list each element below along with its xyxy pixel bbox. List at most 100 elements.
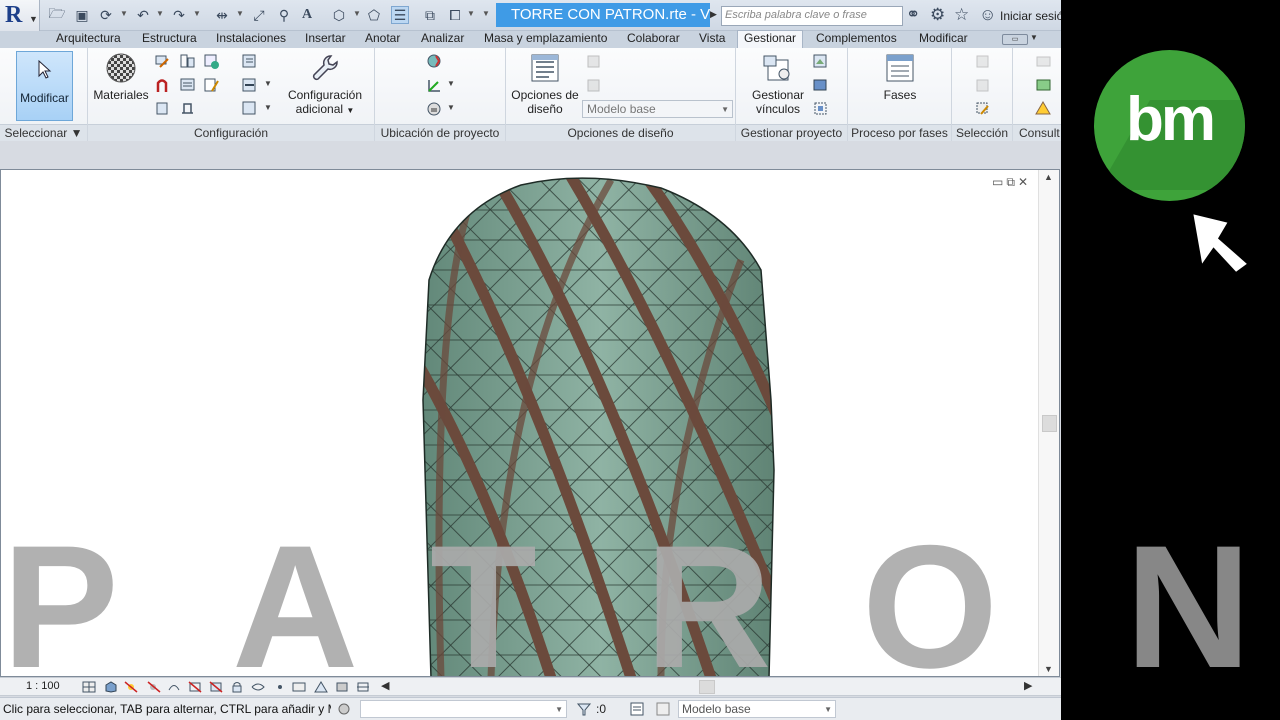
temporary-hide-icon[interactable] — [251, 681, 265, 693]
phases-button[interactable]: Fases — [868, 52, 932, 102]
design-option-status-select[interactable]: Modelo base ▼ — [678, 700, 836, 718]
panel-schedules-icon[interactable] — [241, 100, 258, 117]
title-expand-icon[interactable]: ▶ — [710, 9, 717, 20]
starting-view-icon[interactable] — [812, 100, 829, 117]
switch-dropdown-icon[interactable]: ▼ — [467, 9, 475, 18]
vertical-scrollbar[interactable]: ▲ ▼ — [1038, 170, 1059, 676]
panel-label-select[interactable]: Seleccionar ▼ — [0, 124, 87, 141]
reveal-hidden-icon[interactable] — [273, 681, 287, 693]
purge-icon[interactable] — [154, 100, 171, 117]
manage-links-button[interactable]: Gestionar vínculos — [748, 52, 808, 116]
warnings-icon[interactable] — [1035, 100, 1052, 117]
reveal-constraints-icon[interactable] — [356, 681, 370, 693]
scroll-right-icon[interactable]: ▶ — [1024, 679, 1032, 692]
sync-dropdown-icon[interactable]: ▼ — [120, 9, 128, 18]
design-options-status-icon[interactable] — [629, 701, 645, 717]
coordinates-icon[interactable] — [426, 77, 443, 94]
close-icon[interactable]: ✕ — [1018, 175, 1031, 189]
text-icon[interactable]: A — [298, 6, 316, 24]
snaps-icon[interactable] — [179, 53, 196, 70]
measure-dropdown-icon[interactable]: ▼ — [236, 9, 244, 18]
tab-vista[interactable]: Vista — [699, 31, 725, 48]
search-input[interactable]: Escriba palabra clave o frase — [721, 6, 903, 26]
application-menu-button[interactable]: R ▼ — [0, 0, 40, 31]
highlight-displacement-icon[interactable] — [335, 681, 349, 693]
mep-dropdown-icon[interactable]: ▼ — [264, 79, 272, 88]
position-dropdown-icon[interactable]: ▼ — [447, 103, 455, 112]
scroll-up-icon[interactable]: ▲ — [1044, 172, 1053, 182]
pick-to-edit-icon[interactable] — [585, 77, 602, 94]
coordinates-dropdown-icon[interactable]: ▼ — [447, 79, 455, 88]
project-units-icon[interactable] — [179, 100, 196, 117]
worksharing-icon[interactable] — [292, 681, 306, 693]
worksets-icon[interactable] — [336, 701, 352, 717]
star-icon[interactable]: ☆ — [954, 5, 969, 25]
scroll-left-icon[interactable]: ◀ — [381, 679, 389, 692]
vertical-scroll-thumb[interactable] — [1042, 415, 1057, 432]
location-globe-icon[interactable] — [426, 53, 443, 70]
materials-button[interactable]: Materiales — [92, 52, 150, 102]
open-icon[interactable]: 🗁 — [48, 5, 66, 24]
crop-view-icon[interactable] — [188, 681, 202, 693]
close-hidden-icon[interactable]: ⧉ — [421, 6, 439, 24]
3d-dropdown-icon[interactable]: ▼ — [353, 9, 361, 18]
ribbon-minimize-button[interactable]: ▭ — [1002, 34, 1028, 45]
3d-view-icon[interactable]: ⬡ — [330, 6, 348, 24]
lock-view-icon[interactable] — [230, 681, 244, 693]
binoculars-icon[interactable]: ⚭ — [906, 5, 920, 25]
tab-arquitectura[interactable]: Arquitectura — [56, 31, 121, 48]
panel-dropdown-icon[interactable]: ▼ — [264, 103, 272, 112]
design-options-button[interactable]: Opciones de diseño — [510, 52, 580, 116]
render-icon[interactable] — [167, 681, 181, 693]
measure-icon[interactable]: ⇹ — [213, 6, 231, 24]
tab-insertar[interactable]: Insertar — [305, 31, 346, 48]
section-icon[interactable]: ⬠ — [365, 6, 383, 24]
structural-settings-icon[interactable] — [241, 53, 258, 70]
redo-icon[interactable]: ↷ — [170, 6, 188, 24]
global-params-icon[interactable] — [179, 77, 196, 94]
workset-select[interactable]: ▼ — [360, 700, 567, 718]
manage-images-icon[interactable] — [812, 53, 829, 70]
design-option-select[interactable]: Modelo base ▼ — [582, 100, 733, 118]
customize-qat-icon[interactable]: ▼ — [482, 9, 490, 18]
tab-masa-emplazamiento[interactable]: Masa y emplazamiento — [484, 31, 607, 48]
tab-anotar[interactable]: Anotar — [365, 31, 400, 48]
project-info-icon[interactable] — [203, 53, 220, 70]
position-icon[interactable] — [426, 100, 443, 117]
undo-icon[interactable]: ↶ — [134, 6, 152, 24]
shadows-icon[interactable] — [147, 681, 161, 693]
tab-colaborar[interactable]: Colaborar — [627, 31, 680, 48]
shared-params-icon[interactable] — [154, 77, 171, 94]
sync-icon[interactable]: ⟳ — [97, 6, 115, 24]
filter-icon[interactable] — [576, 701, 592, 717]
tab-complementos[interactable]: Complementos — [816, 31, 897, 48]
subscription-icon[interactable]: ⚙ — [930, 5, 945, 25]
ids-icon[interactable] — [1035, 53, 1052, 70]
show-crop-icon[interactable] — [209, 681, 223, 693]
user-icon[interactable]: ☺ — [979, 5, 996, 25]
restore-icon[interactable]: ⧉ — [1006, 175, 1018, 189]
save-selection-icon[interactable] — [974, 53, 991, 70]
additional-settings-button[interactable]: Configuración adicional ▼ — [285, 52, 365, 118]
mep-settings-icon[interactable] — [241, 77, 258, 94]
add-to-set-icon[interactable] — [585, 53, 602, 70]
undo-dropdown-icon[interactable]: ▼ — [156, 9, 164, 18]
object-styles-icon[interactable] — [154, 53, 171, 70]
redo-dropdown-icon[interactable]: ▼ — [193, 9, 201, 18]
tab-modificar[interactable]: Modificar — [919, 31, 968, 48]
modify-button[interactable]: Modificar — [16, 51, 73, 121]
view-scale[interactable]: 1 : 100 — [26, 680, 60, 692]
load-selection-icon[interactable] — [974, 77, 991, 94]
transfer-standards-icon[interactable] — [203, 77, 220, 94]
dimension-icon[interactable]: ⤢ — [250, 6, 268, 24]
select-by-id-icon[interactable] — [1035, 77, 1052, 94]
visual-style-icon[interactable] — [104, 681, 118, 693]
save-icon[interactable]: ▣ — [73, 6, 91, 24]
minimize-icon[interactable]: ▭ — [992, 175, 1006, 189]
tag-icon[interactable]: ⚲ — [275, 6, 293, 24]
tab-gestionar[interactable]: Gestionar — [737, 30, 804, 49]
sun-path-icon[interactable] — [124, 681, 138, 693]
horizontal-scroll-thumb[interactable] — [699, 680, 715, 694]
tab-estructura[interactable]: Estructura — [142, 31, 197, 48]
tab-instalaciones[interactable]: Instalaciones — [216, 31, 286, 48]
